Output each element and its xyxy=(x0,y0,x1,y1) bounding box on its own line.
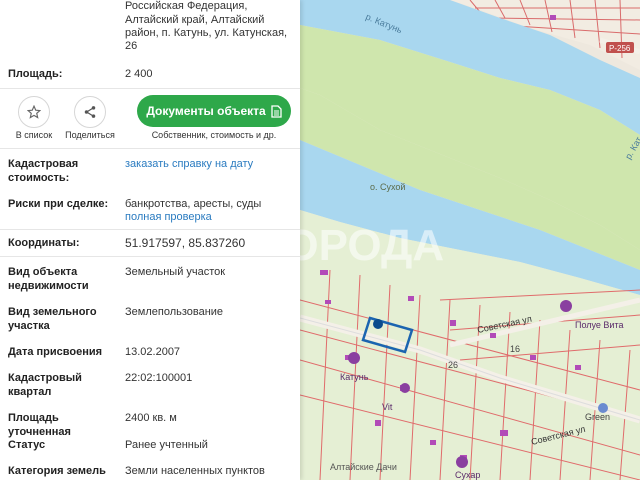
address-line-3: район, п. Катунь, ул. Катунская, xyxy=(125,27,288,39)
detail-value: Земельный участок xyxy=(125,266,226,278)
detail-label: Площадь уточненная xyxy=(8,412,71,438)
detail-value: Землепользование xyxy=(125,306,224,318)
area-label: Площадь: xyxy=(8,68,63,80)
full-check-link[interactable]: полная проверка xyxy=(125,210,293,224)
detail-label: недвижимости xyxy=(8,280,89,292)
star-icon xyxy=(27,105,41,119)
detail-label: квартал xyxy=(8,386,52,398)
address-line-4: 26 xyxy=(125,40,138,52)
detail-label: участка xyxy=(8,320,50,332)
risks-value: банкротства, аресты, суды xyxy=(125,198,262,210)
label-dachi: Алтайские Дачи xyxy=(330,462,397,472)
detail-value: Земли населенных пунктов xyxy=(125,465,265,477)
property-info-panel: Российская Федерация, Алтайский край, Ал… xyxy=(0,0,300,480)
documents-subtitle: Собственник, стоимость и др. xyxy=(151,130,277,140)
coords-value: 51.917597, 85.837260 xyxy=(125,236,246,250)
share-label[interactable]: Поделиться xyxy=(58,130,122,140)
share-button[interactable] xyxy=(74,96,106,128)
detail-label: Кадастровый xyxy=(8,372,82,384)
area-value: 2 400 xyxy=(125,68,153,80)
cadastral-value-label-2: стоимость: xyxy=(8,172,70,184)
poi-icon[interactable] xyxy=(560,300,572,312)
detail-label: Дата присвоения xyxy=(8,346,103,358)
detail-label: Статус xyxy=(8,439,46,451)
map-pin-icon[interactable] xyxy=(373,319,383,329)
favorite-button[interactable] xyxy=(18,96,50,128)
map-canvas[interactable]: р. Катунь р. Кат о. Сухой Р-256 Советска… xyxy=(300,0,640,480)
share-icon xyxy=(84,106,96,118)
risks-label: Риски при сделке: xyxy=(8,198,109,210)
poi-icon[interactable] xyxy=(348,352,360,364)
label-sukhar: Сухар xyxy=(455,470,480,480)
detail-value: 22:02:100001 xyxy=(125,372,193,384)
detail-value: Ранее учтенный xyxy=(125,439,208,451)
label-vitamin: Vit xyxy=(382,402,393,412)
label-katun-village: Катунь xyxy=(340,372,369,382)
watermark: ГОРОДА xyxy=(300,221,444,270)
divider xyxy=(0,229,300,230)
order-certificate-link[interactable]: заказать справку на дату xyxy=(125,157,293,171)
coords-label: Координаты: xyxy=(8,237,80,249)
label-sukhoy: о. Сухой xyxy=(370,182,405,192)
label-poly-vita: Полуе Вита xyxy=(575,320,624,330)
favorite-label[interactable]: В список xyxy=(8,130,60,140)
documents-button[interactable]: Документы объекта xyxy=(137,95,291,127)
detail-value: 2400 кв. м xyxy=(125,412,177,424)
documents-button-label: Документы объекта xyxy=(146,104,266,118)
cadastral-value-label-1: Кадастровая xyxy=(8,158,79,170)
divider xyxy=(0,148,300,149)
poi-icon[interactable] xyxy=(456,456,468,468)
divider xyxy=(0,88,300,89)
label-green: Green xyxy=(585,412,610,422)
detail-label: Вид объекта xyxy=(8,266,78,278)
detail-label: Вид земельного xyxy=(8,306,97,318)
address-line-1: Российская Федерация, xyxy=(125,0,248,12)
detail-label: Категория земель xyxy=(8,465,106,477)
label-road: Р-256 xyxy=(609,44,631,53)
document-icon xyxy=(271,104,282,118)
label-num-26: 26 xyxy=(448,360,458,370)
label-num-16: 16 xyxy=(510,344,520,354)
detail-value: 13.02.2007 xyxy=(125,346,181,358)
poi-icon[interactable] xyxy=(400,383,410,393)
address-line-2: Алтайский край, Алтайский xyxy=(125,14,265,26)
cadastral-map[interactable]: р. Катунь р. Кат о. Сухой Р-256 Советска… xyxy=(300,0,640,480)
divider xyxy=(0,256,300,257)
